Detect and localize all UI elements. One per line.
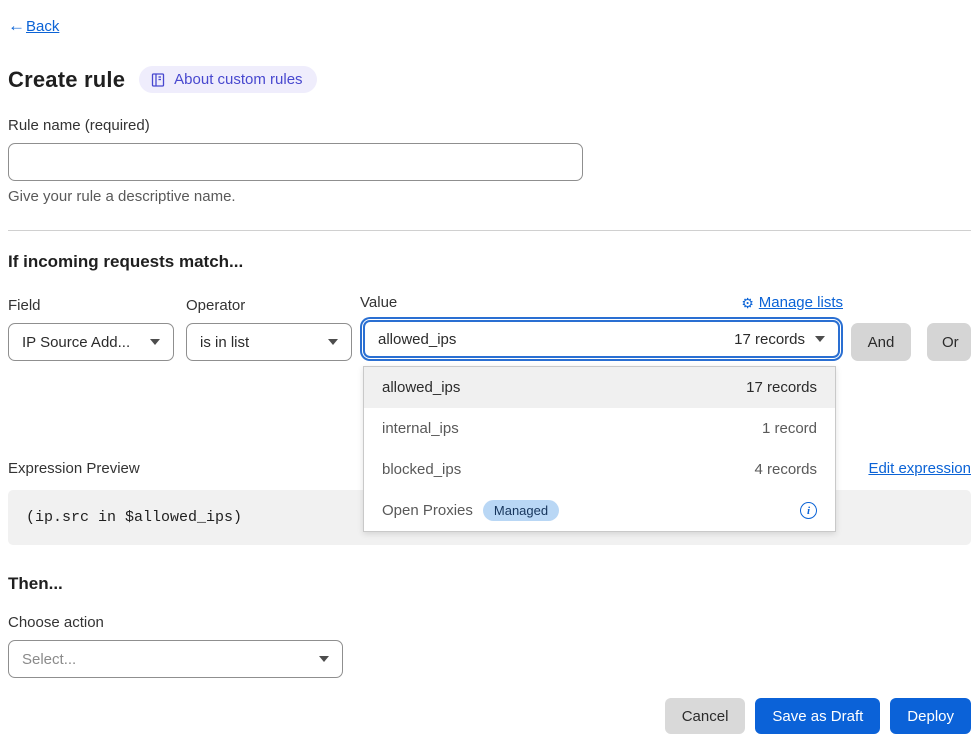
manage-lists-label: Manage lists: [759, 294, 843, 311]
value-label: Value: [360, 294, 397, 311]
field-select[interactable]: IP Source Add...: [8, 323, 174, 361]
action-select-placeholder: Select...: [22, 651, 76, 668]
back-link[interactable]: ←Back: [8, 18, 59, 35]
manage-lists-link[interactable]: ⚙ Manage lists: [741, 294, 843, 311]
operator-select-value: is in list: [200, 334, 249, 351]
list-name: internal_ips: [382, 420, 459, 437]
and-button[interactable]: And: [851, 323, 911, 361]
rule-name-label: Rule name (required): [8, 117, 971, 134]
rule-name-input[interactable]: [8, 143, 583, 181]
book-icon: [150, 72, 166, 88]
value-select-right: 17 records: [734, 331, 825, 348]
back-row: ←Back: [8, 16, 971, 36]
page-title: Create rule: [8, 67, 125, 93]
field-select-value: IP Source Add...: [22, 334, 130, 351]
cancel-button[interactable]: Cancel: [665, 698, 746, 734]
action-select[interactable]: Select...: [8, 640, 343, 678]
field-column: Field IP Source Add...: [8, 297, 174, 361]
operator-select[interactable]: is in list: [186, 323, 352, 361]
gear-icon: ⚙: [741, 296, 754, 310]
value-column: Value ⚙ Manage lists allowed_ips 17 reco…: [360, 294, 843, 361]
then-section-heading: Then...: [8, 574, 971, 594]
dropdown-item-allowed-ips[interactable]: allowed_ips 17 records: [364, 367, 835, 408]
deploy-button[interactable]: Deploy: [890, 698, 971, 734]
match-section-heading: If incoming requests match...: [8, 252, 971, 272]
condition-row: Field IP Source Add... Operator is in li…: [8, 294, 971, 361]
chevron-down-icon: [150, 339, 160, 345]
operator-label: Operator: [186, 297, 352, 314]
create-rule-page: ←Back Create rule About custom rules Rul…: [8, 0, 971, 734]
choose-action-label: Choose action: [8, 614, 971, 631]
list-record-count: 17 records: [746, 379, 817, 396]
title-row: Create rule About custom rules: [8, 66, 971, 93]
about-badge-label: About custom rules: [174, 71, 302, 88]
dropdown-item-open-proxies[interactable]: Open Proxies Managed i: [364, 490, 835, 531]
operator-column: Operator is in list: [186, 297, 352, 361]
edit-expression-link[interactable]: Edit expression: [868, 460, 971, 477]
value-select[interactable]: allowed_ips 17 records: [363, 320, 840, 358]
back-arrow-icon: ←: [8, 16, 25, 36]
rule-name-helper: Give your rule a descriptive name.: [8, 188, 971, 205]
value-label-row: Value ⚙ Manage lists: [360, 294, 843, 311]
list-name: Open Proxies: [382, 502, 473, 519]
list-name: allowed_ips: [382, 379, 460, 396]
chevron-down-icon: [815, 336, 825, 342]
field-label: Field: [8, 297, 174, 314]
info-icon[interactable]: i: [800, 502, 817, 519]
managed-badge: Managed: [483, 500, 559, 521]
about-custom-rules-badge[interactable]: About custom rules: [139, 66, 316, 93]
back-link-label: Back: [26, 18, 59, 35]
open-proxies-left: Open Proxies Managed: [382, 500, 559, 521]
or-button[interactable]: Or: [927, 323, 971, 361]
expression-preview-label: Expression Preview: [8, 460, 140, 477]
dropdown-item-blocked-ips[interactable]: blocked_ips 4 records: [364, 449, 835, 490]
chevron-down-icon: [319, 656, 329, 662]
chevron-down-icon: [328, 339, 338, 345]
expression-code: (ip.src in $allowed_ips): [26, 509, 242, 526]
dropdown-item-internal-ips[interactable]: internal_ips 1 record: [364, 408, 835, 449]
section-divider: [8, 230, 971, 231]
save-as-draft-button[interactable]: Save as Draft: [755, 698, 880, 734]
footer-actions: Cancel Save as Draft Deploy: [8, 698, 971, 734]
value-select-records: 17 records: [734, 331, 805, 348]
list-dropdown-panel: allowed_ips 17 records internal_ips 1 re…: [363, 366, 836, 532]
list-name: blocked_ips: [382, 461, 461, 478]
value-select-selected: allowed_ips: [378, 331, 456, 348]
list-record-count: 1 record: [762, 420, 817, 437]
list-record-count: 4 records: [754, 461, 817, 478]
